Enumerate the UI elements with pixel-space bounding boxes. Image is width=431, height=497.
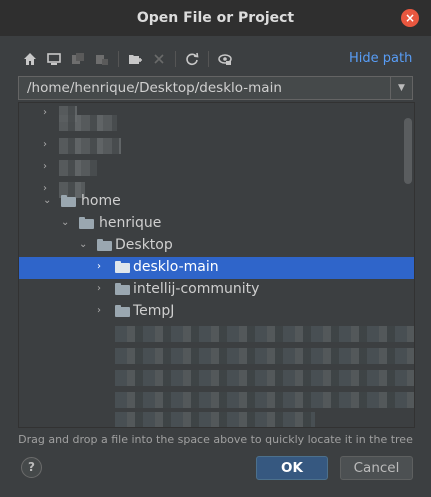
- tree-row-blurred[interactable]: [19, 112, 414, 134]
- folder-icon: [115, 283, 130, 295]
- tree-item-label: desklo-main: [133, 259, 219, 275]
- tree-item-label: henrique: [99, 215, 162, 231]
- project-icon[interactable]: [68, 49, 88, 69]
- delete-icon[interactable]: [149, 49, 169, 69]
- blurred-label: [115, 326, 414, 342]
- chevron-right-icon[interactable]: ›: [97, 305, 107, 317]
- blurred-label: [59, 138, 121, 154]
- chevron-down-icon[interactable]: ⌄: [61, 217, 71, 229]
- tree-row-blurred[interactable]: ›: [19, 135, 414, 157]
- help-button[interactable]: ?: [21, 457, 42, 478]
- module-icon[interactable]: [92, 49, 112, 69]
- tree-item-home[interactable]: ⌄ home: [19, 191, 414, 213]
- chevron-down-icon[interactable]: ⌄: [79, 239, 89, 251]
- home-icon[interactable]: [20, 49, 40, 69]
- tree-item-label: Desktop: [115, 237, 173, 253]
- chevron-down-icon[interactable]: ⌄: [43, 195, 53, 207]
- dialog-title: Open File or Project: [136, 10, 295, 26]
- blurred-label: [59, 115, 117, 131]
- tree-scrollbar[interactable]: [404, 118, 412, 184]
- toolbar: [20, 49, 239, 69]
- chevron-right-icon[interactable]: ›: [97, 261, 107, 273]
- ok-button[interactable]: OK: [256, 456, 328, 480]
- tree-item-intellij-community[interactable]: › intellij-community: [19, 279, 414, 301]
- tree-row-blurred[interactable]: [19, 389, 414, 411]
- chevron-right-icon[interactable]: ›: [43, 139, 53, 151]
- toolbar-separator: [175, 51, 176, 67]
- new-folder-icon[interactable]: [125, 49, 145, 69]
- blurred-label: [115, 412, 315, 427]
- tree-row-blurred[interactable]: ›: [19, 157, 414, 179]
- chevron-down-icon[interactable]: ▼: [390, 77, 412, 99]
- chevron-right-icon[interactable]: ›: [43, 161, 53, 173]
- tree-row-blurred[interactable]: [19, 409, 414, 427]
- show-hidden-icon[interactable]: [215, 49, 235, 69]
- tree-item-label: intellij-community: [133, 281, 260, 297]
- path-combobox[interactable]: /home/henrique/Desktop/desklo-main ▼: [18, 76, 413, 100]
- hide-path-link[interactable]: Hide path: [349, 51, 412, 66]
- tree-item-tempj[interactable]: › TempJ: [19, 301, 414, 323]
- folder-icon: [61, 195, 76, 207]
- tree-item-label: TempJ: [133, 303, 175, 319]
- folder-icon: [79, 217, 94, 229]
- desktop-icon[interactable]: [44, 49, 64, 69]
- close-button[interactable]: ×: [401, 9, 419, 27]
- blurred-label: [115, 348, 414, 364]
- drag-drop-hint: Drag and drop a file into the space abov…: [18, 433, 413, 446]
- folder-icon: [115, 305, 130, 317]
- path-input[interactable]: /home/henrique/Desktop/desklo-main: [27, 80, 282, 96]
- cancel-button[interactable]: Cancel: [340, 456, 413, 480]
- toolbar-separator: [208, 51, 209, 67]
- blurred-label: [115, 370, 414, 386]
- toolbar-separator: [118, 51, 119, 67]
- chevron-right-icon[interactable]: ›: [97, 283, 107, 295]
- tree-item-desklo-main[interactable]: › desklo-main: [19, 257, 414, 279]
- tree-item-label: home: [81, 193, 121, 209]
- blurred-label: [115, 392, 414, 408]
- tree-row-blurred[interactable]: [19, 323, 414, 345]
- tree-item-desktop[interactable]: ⌄ Desktop: [19, 235, 414, 257]
- folder-icon: [115, 261, 130, 273]
- folder-icon: [97, 239, 112, 251]
- file-tree[interactable]: › › › › ⌄ home ⌄ henrique ⌄ Desktop › de…: [18, 102, 415, 428]
- blurred-label: [59, 160, 97, 176]
- tree-row-blurred[interactable]: [19, 345, 414, 367]
- tree-item-henrique[interactable]: ⌄ henrique: [19, 213, 414, 235]
- tree-row-blurred[interactable]: [19, 367, 414, 389]
- refresh-icon[interactable]: [182, 49, 202, 69]
- title-bar: Open File or Project ×: [0, 0, 431, 36]
